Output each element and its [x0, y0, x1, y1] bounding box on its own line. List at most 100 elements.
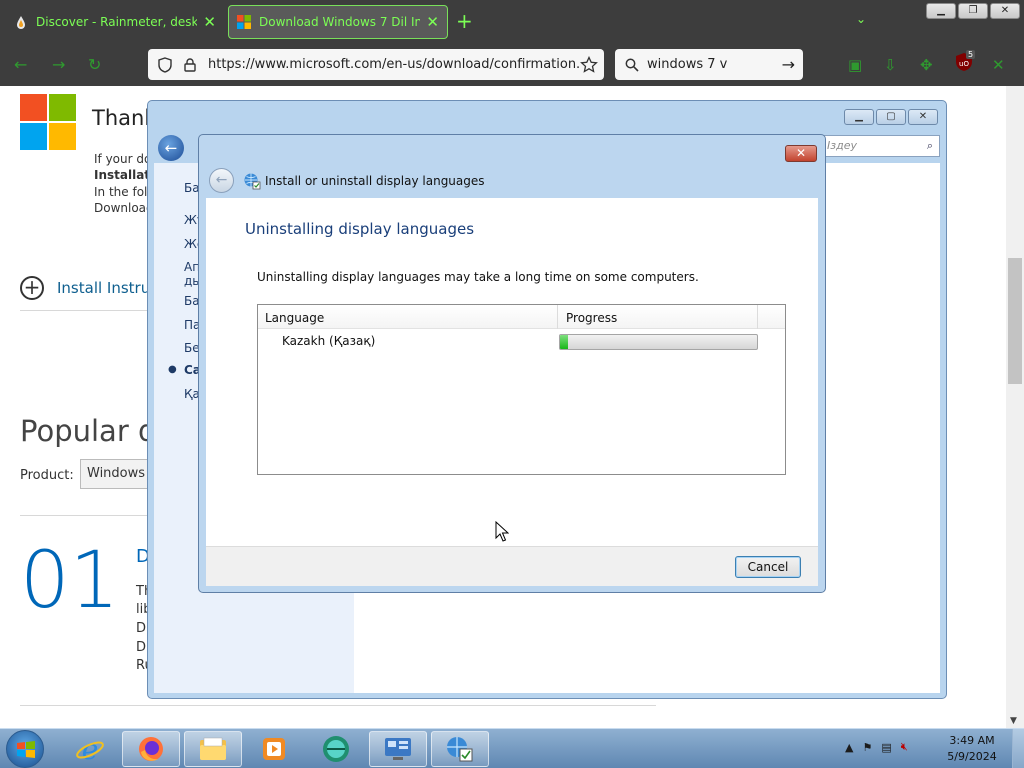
search-icon — [625, 58, 639, 72]
page-text: Download — [94, 201, 154, 215]
dialog-footer: Cancel — [206, 546, 818, 586]
svg-text:e: e — [82, 734, 99, 764]
extensions-puzzle-icon[interactable]: ✥ — [920, 56, 933, 74]
scrollbar-thumb[interactable] — [1008, 258, 1022, 384]
tab-close-icon[interactable]: ✕ — [426, 13, 439, 31]
column-header-progress[interactable]: Progress — [566, 311, 617, 325]
page-text: If your do — [94, 152, 152, 166]
product-select[interactable]: Windows — [80, 459, 150, 489]
tab-label: Discover - Rainmeter, desktop — [36, 15, 198, 29]
close-button[interactable]: ✕ — [908, 109, 938, 125]
shield-icon[interactable] — [158, 56, 172, 73]
tab-download-windows7[interactable]: Download Windows 7 Dil Inter ✕ — [228, 5, 448, 39]
cancel-button[interactable]: Cancel — [735, 556, 801, 578]
forward-arrow-icon[interactable]: → — [52, 55, 65, 74]
taskbar-firefox[interactable] — [122, 731, 180, 767]
dialog-back-arrow-icon[interactable]: ← — [209, 168, 234, 193]
firefox-icon — [139, 737, 163, 761]
rainmeter-icon — [17, 16, 25, 29]
search-bar[interactable]: windows 7 v → — [615, 49, 803, 80]
step-number: 01 — [20, 536, 120, 626]
new-tab-icon[interactable]: + — [456, 9, 473, 33]
extension-icon[interactable]: ▣ — [848, 56, 862, 74]
divider — [20, 705, 656, 706]
back-arrow-icon[interactable]: ← — [158, 135, 184, 161]
step-text: D — [136, 640, 147, 655]
control-panel-icon — [385, 738, 411, 760]
search-input[interactable]: windows 7 v — [647, 57, 782, 72]
language-progress-list: Language Progress Kazakh (Қазақ) — [257, 304, 786, 475]
window-controls: ▁ ▢ ✕ — [844, 109, 938, 125]
start-button[interactable] — [6, 730, 44, 768]
page-text: Installat — [94, 168, 151, 182]
microsoft-logo-icon — [237, 15, 251, 29]
browser-tab-bar: Discover - Rainmeter, desktop ✕ Download… — [0, 0, 1024, 44]
taskbar-clock[interactable]: 3:49 AM 5/9/2024 — [944, 733, 1000, 765]
list-item: Kazakh (Қазақ) — [258, 331, 785, 351]
maximize-button[interactable]: ▢ — [876, 109, 906, 125]
address-bar[interactable]: https://www.microsoft.com/en-us/download… — [148, 49, 604, 80]
taskbar-app[interactable] — [307, 731, 365, 767]
system-tray: ▲ ⚑ ▤ 🔇︎ — [845, 740, 908, 754]
uninstall-languages-dialog: ✕ ← Install or uninstall display languag… — [198, 134, 826, 593]
product-label: Product: — [20, 468, 74, 483]
microsoft-logo-icon — [20, 94, 76, 150]
taskbar: e ▲ ⚑ ▤ 🔇︎ 3:49 AM 5/9/2024 — [0, 728, 1024, 768]
minimize-button[interactable]: ▁ — [844, 109, 874, 125]
dialog-description: Uninstalling display languages may take … — [257, 270, 699, 284]
language-name: Kazakh (Қазақ) — [282, 334, 376, 348]
install-instructions-label: Install Instruc — [57, 279, 159, 297]
display-languages-icon — [244, 173, 261, 190]
install-instructions-toggle[interactable]: + Install Instruc — [20, 276, 158, 300]
menu-icon[interactable]: ✕ — [992, 56, 1005, 74]
clock-date: 5/9/2024 — [947, 750, 997, 763]
scroll-down-arrow-icon[interactable]: ▼ — [1010, 716, 1017, 726]
media-player-icon — [263, 738, 285, 760]
taskbar-internet-explorer[interactable]: e — [61, 731, 119, 767]
divider — [20, 310, 150, 311]
control-panel-search-input[interactable]: Іздеу ⌕ — [820, 135, 940, 157]
show-hidden-icons-chevron-icon[interactable]: ▲ — [845, 741, 853, 754]
minimize-button[interactable]: ▁ — [926, 3, 956, 19]
volume-muted-icon[interactable]: 🔇︎ — [901, 740, 908, 754]
column-divider — [757, 305, 758, 329]
bookmark-star-icon[interactable] — [580, 55, 598, 74]
windows-logo-icon — [17, 741, 35, 758]
network-icon[interactable]: ▤ — [881, 741, 891, 754]
search-placeholder: Іздеу — [827, 139, 857, 152]
back-arrow-icon[interactable]: ← — [14, 55, 27, 74]
dialog-close-button[interactable]: ✕ — [785, 145, 817, 162]
column-header-language[interactable]: Language — [265, 311, 324, 325]
dialog-heading: Uninstalling display languages — [245, 220, 475, 238]
browser-window-controls: ▁ ❐ ✕ — [926, 3, 1020, 19]
search-go-arrow-icon[interactable]: → — [782, 55, 795, 74]
app-globe-icon — [323, 736, 349, 762]
action-center-flag-icon[interactable]: ⚑ — [862, 741, 872, 754]
tab-rainmeter[interactable]: Discover - Rainmeter, desktop ✕ — [6, 5, 224, 39]
taskbar-control-panel[interactable] — [369, 731, 427, 767]
tab-close-icon[interactable]: ✕ — [203, 13, 216, 31]
url-text[interactable]: https://www.microsoft.com/en-us/download… — [208, 57, 580, 72]
taskbar-media-player[interactable] — [245, 731, 303, 767]
page-text: In the foll — [94, 185, 151, 199]
download-icon[interactable]: ⇩ — [884, 56, 897, 74]
show-desktop-button[interactable] — [1012, 729, 1024, 768]
folder-icon — [200, 737, 226, 760]
restore-button[interactable]: ❐ — [958, 3, 988, 19]
close-button[interactable]: ✕ — [990, 3, 1020, 19]
tab-list-chevron-icon[interactable]: ⌄ — [856, 12, 866, 26]
uninstall-progress-bar — [559, 334, 758, 350]
taskbar-file-explorer[interactable] — [184, 731, 242, 767]
tab-label: Download Windows 7 Dil Inter — [259, 15, 420, 29]
reload-icon[interactable]: ↻ — [88, 55, 101, 74]
lock-icon[interactable] — [184, 57, 196, 72]
list-header: Language Progress — [258, 305, 785, 329]
page-scrollbar[interactable]: ▼ — [1006, 86, 1024, 728]
bullet-icon: ● — [168, 364, 177, 375]
plus-circle-icon: + — [20, 276, 44, 300]
progress-fill — [560, 335, 568, 349]
browser-nav-bar: ← → ↻ https://www.microsoft.com/en-us/do… — [0, 44, 1024, 86]
taskbar-display-languages[interactable] — [431, 731, 489, 767]
svg-text:uO: uO — [959, 60, 969, 68]
internet-explorer-icon: e — [76, 734, 104, 764]
